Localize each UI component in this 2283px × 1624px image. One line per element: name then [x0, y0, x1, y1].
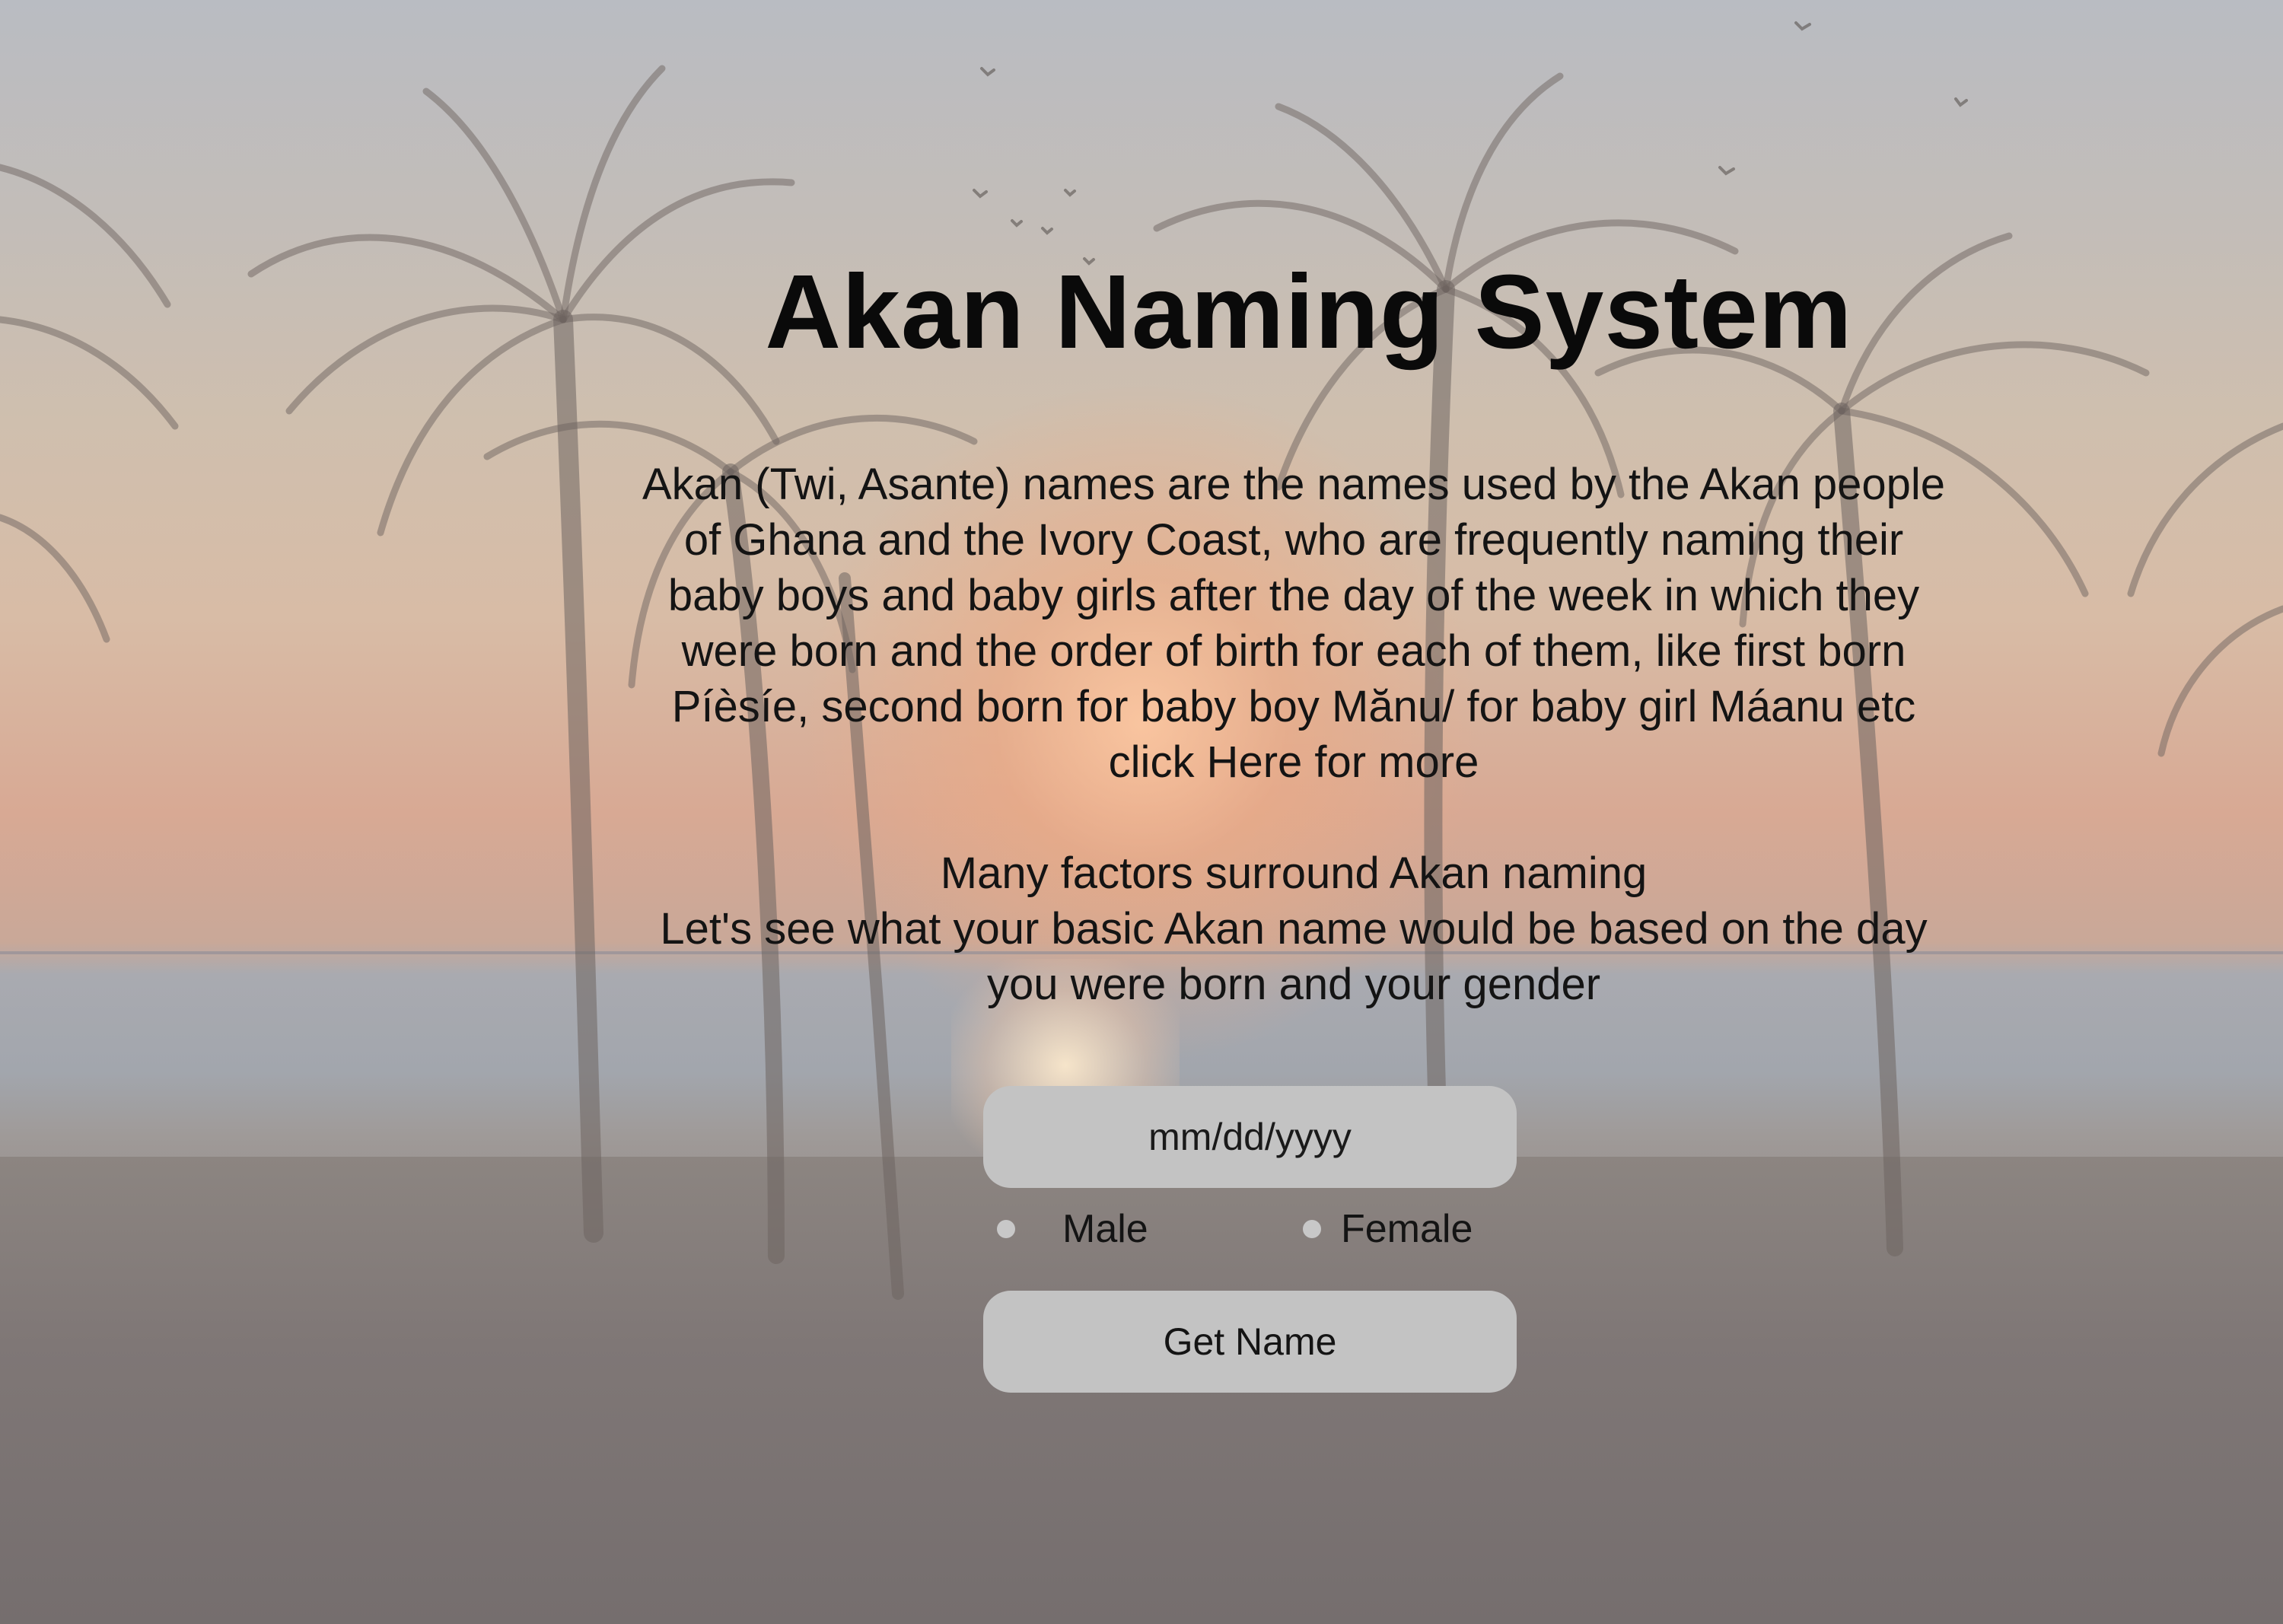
main-content: Akan Naming System Akan (Twi, Asante) na… [0, 0, 2283, 1624]
radio-button-icon[interactable] [997, 1220, 1015, 1238]
gender-label-male: Male [1062, 1207, 1148, 1251]
description-text: Akan (Twi, Asante) names are the names u… [586, 457, 2001, 1012]
gender-label-female: Female [1341, 1207, 1473, 1251]
birth-date-input[interactable]: mm/dd/yyyy [983, 1086, 1517, 1188]
description-line: Let's see what your basic Akan name woul… [660, 904, 1928, 954]
click-here-link[interactable]: click Here for more [586, 734, 2001, 790]
description-line: were born and the order of birth for eac… [681, 626, 1906, 676]
gender-radio-female[interactable]: Female [1303, 1206, 1473, 1252]
description-line: baby boys and baby girls after the day o… [667, 571, 1920, 620]
date-placeholder: mm/dd/yyyy [1148, 1116, 1352, 1158]
get-name-button[interactable]: Get Name [983, 1291, 1517, 1393]
page-title: Akan Naming System [765, 253, 1853, 371]
description-line: Many factors surround Akan naming [940, 849, 1648, 898]
gender-radio-male[interactable]: Male [997, 1206, 1148, 1252]
radio-button-icon[interactable] [1303, 1220, 1321, 1238]
description-line: you were born and your gender [986, 960, 1601, 1009]
description-line: Akan (Twi, Asante) names are the names u… [642, 460, 1946, 509]
description-line: of Ghana and the Ivory Coast, who are fr… [683, 515, 1904, 565]
description-line: Píèsíe, second born for baby boy Mănu/ f… [671, 682, 1916, 731]
